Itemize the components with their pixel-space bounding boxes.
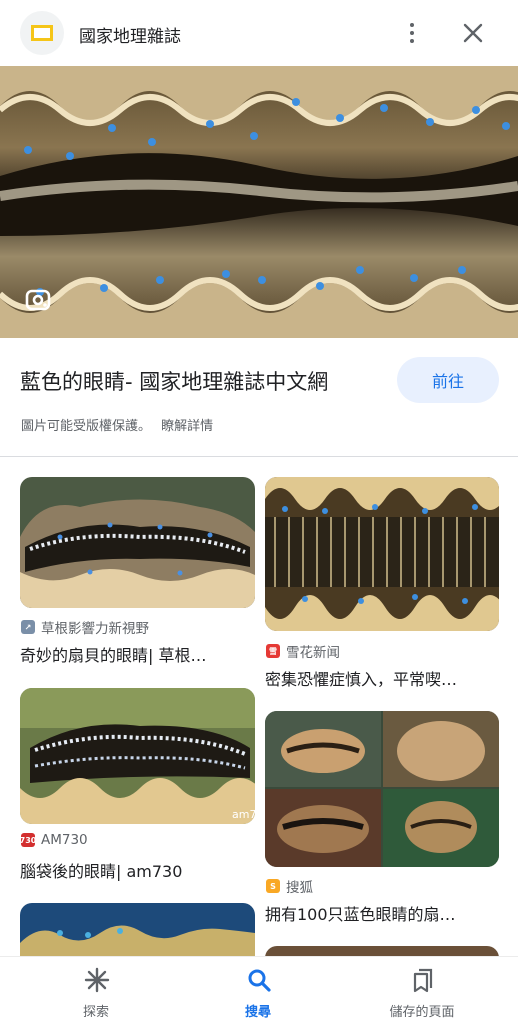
google-lens-icon[interactable]: [24, 286, 52, 314]
main-image[interactable]: [0, 66, 518, 338]
source-name: 雪花新闻: [286, 645, 340, 661]
source-favicon-icon: S: [266, 879, 280, 893]
svg-text:am730: am730: [232, 808, 255, 821]
image-caption[interactable]: 腦袋後的眼睛| am730: [20, 858, 256, 882]
related-image-thumbnail[interactable]: [265, 711, 499, 867]
image-source: ↗ 草根影響力新視野: [21, 617, 149, 637]
source-name: AM730: [41, 832, 88, 848]
image-source: 雪 雪花新闻: [266, 641, 340, 661]
source-favicon-icon: ↗: [21, 620, 35, 634]
related-image-thumbnail[interactable]: [20, 903, 255, 963]
nav-discover[interactable]: 探索: [10, 957, 182, 1024]
image-caption[interactable]: 奇妙的扇貝的眼睛| 草根…: [20, 642, 256, 666]
source-favicon-icon: 730: [20, 833, 36, 847]
nav-label: 儲存的頁面: [389, 1005, 455, 1020]
source-favicon-icon: 雪: [266, 644, 280, 658]
nav-label: 探索: [82, 1005, 109, 1020]
nav-saved-pages[interactable]: 儲存的頁面: [336, 957, 508, 1024]
nav-search[interactable]: 搜尋: [172, 957, 344, 1024]
image-caption[interactable]: 密集恐懼症慎入，平常喫…: [265, 666, 501, 690]
nav-label: 搜尋: [244, 1005, 271, 1020]
top-bar: 國家地理雜誌: [0, 0, 518, 66]
image-caption[interactable]: 拥有100只蓝色眼睛的扇…: [265, 901, 501, 925]
source-name: 搜狐: [286, 880, 313, 896]
related-image-thumbnail[interactable]: [20, 477, 255, 608]
result-title[interactable]: 藍色的眼睛- 國家地理雜誌中文網: [20, 366, 328, 396]
more-vert-icon[interactable]: [398, 18, 426, 48]
related-image-thumbnail[interactable]: [265, 477, 499, 631]
bookmark-icon: [413, 968, 433, 993]
related-image-thumbnail[interactable]: am730: [20, 688, 255, 824]
visit-button[interactable]: 前往: [397, 357, 499, 403]
bottom-navigation: 探索 搜尋 儲存的頁面: [0, 956, 518, 1024]
close-icon[interactable]: [458, 18, 488, 48]
image-source: S 搜狐: [266, 876, 313, 896]
site-logo-icon: [20, 11, 64, 55]
learn-more-link[interactable]: 瞭解詳情: [161, 419, 213, 434]
site-title: 國家地理雜誌: [79, 27, 181, 47]
copyright-text: 圖片可能受版權保護。: [21, 419, 152, 434]
divider: [0, 456, 518, 457]
copyright-notice: 圖片可能受版權保護。 瞭解詳情: [21, 415, 213, 434]
source-name: 草根影響力新視野: [41, 621, 149, 637]
search-icon: [248, 969, 271, 992]
image-source: 730 AM730: [20, 832, 88, 848]
asterisk-icon: [84, 967, 110, 993]
